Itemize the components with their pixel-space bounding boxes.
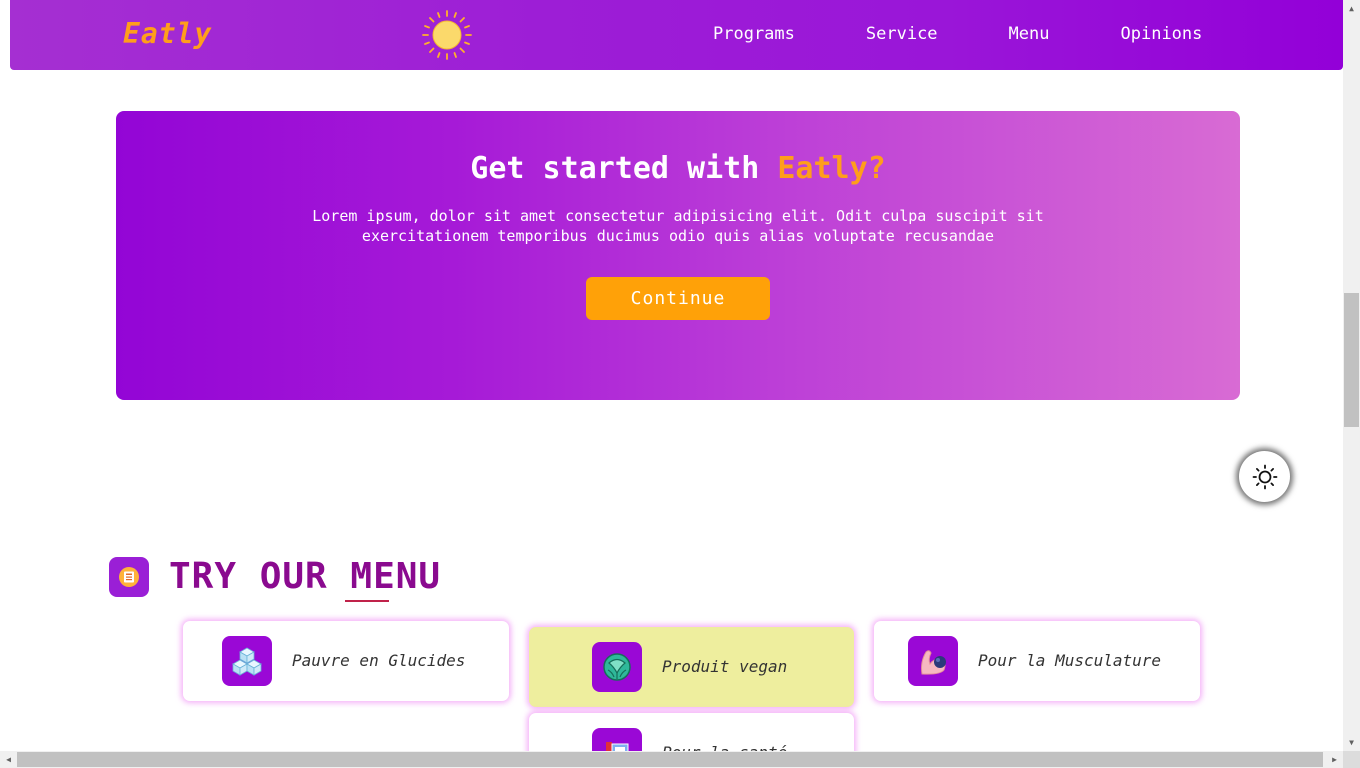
nav-links: Programs Service Menu Opinions — [713, 24, 1202, 44]
scroll-right-arrow-icon[interactable]: ▶ — [1326, 751, 1343, 768]
menu-section-title: TRY OUR MENU — [169, 556, 442, 597]
menu-card-icon-box — [222, 636, 272, 686]
logo[interactable]: Eatly — [123, 17, 212, 50]
horizontal-scrollbar[interactable]: ◀ ▶ — [0, 751, 1343, 768]
hero-title-prefix: Get started with — [470, 151, 778, 186]
cabbage-icon — [603, 653, 631, 681]
hero-title-accent: Eatly? — [777, 151, 886, 186]
nav-link-menu[interactable]: Menu — [1009, 24, 1050, 44]
nav-link-opinions[interactable]: Opinions — [1121, 24, 1203, 44]
menu-card-icon-box — [908, 636, 958, 686]
scroll-left-arrow-icon[interactable]: ◀ — [0, 751, 17, 768]
nav-link-service[interactable]: Service — [866, 24, 938, 44]
hero-title: Get started with Eatly? — [116, 151, 1240, 186]
scroll-down-arrow-icon[interactable]: ▼ — [1343, 734, 1360, 751]
menu-card-vegan[interactable]: Produit vegan — [529, 627, 854, 707]
hero-banner: Get started with Eatly? Lorem ipsum, dol… — [116, 111, 1240, 400]
menu-card-label: Pauvre en Glucides — [292, 651, 466, 670]
scroll-up-arrow-icon[interactable]: ▲ — [1343, 0, 1360, 17]
scrollbar-corner — [1343, 751, 1360, 768]
continue-button[interactable]: Continue — [586, 277, 770, 320]
theme-toggle-button[interactable] — [1239, 451, 1290, 502]
sun-icon — [422, 10, 472, 60]
menu-section-icon — [109, 557, 149, 597]
flexed-arm-icon — [921, 650, 946, 675]
menu-card-label: Produit vegan — [662, 657, 788, 676]
navbar: Eatly Programs Service Menu Opinions — [10, 0, 1343, 70]
menu-card-low-carb[interactable]: Pauvre en Glucides — [183, 621, 509, 701]
menu-book-icon — [119, 567, 139, 587]
menu-card-muscle[interactable]: Pour la Musculature — [874, 621, 1200, 701]
nav-link-programs[interactable]: Programs — [713, 24, 795, 44]
vertical-scrollbar[interactable]: ▲ ▼ — [1343, 0, 1360, 751]
hero-description: Lorem ipsum, dolor sit amet consectetur … — [312, 207, 1044, 245]
sugar-cubes-icon — [232, 647, 262, 676]
vertical-scroll-thumb[interactable] — [1344, 293, 1359, 427]
menu-card-icon-box — [592, 642, 642, 692]
menu-title-underline — [345, 600, 389, 602]
sun-outline-icon — [1252, 464, 1277, 489]
menu-card-label: Pour la Musculature — [978, 651, 1162, 670]
horizontal-scroll-thumb[interactable] — [17, 752, 1323, 767]
